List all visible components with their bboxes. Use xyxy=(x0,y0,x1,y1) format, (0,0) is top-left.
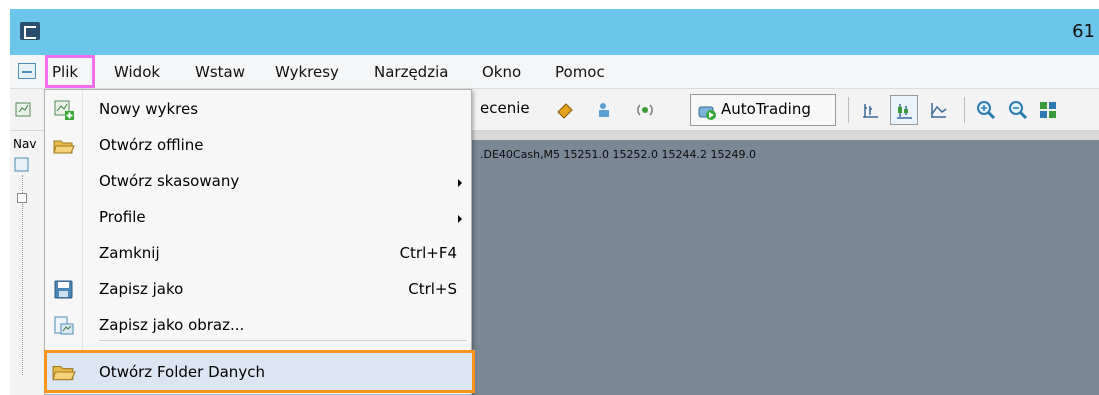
tree-line xyxy=(22,175,23,375)
autotrading-button[interactable]: AutoTrading xyxy=(690,94,836,126)
menu-bar: Plik Widok Wstaw Wykresy Narzędzia Okno … xyxy=(10,55,1099,89)
data-folder-icon xyxy=(52,366,76,381)
window-title: 61 xyxy=(1072,21,1095,42)
menu-item-label: Nowy wykres xyxy=(99,100,199,118)
menu-item-profiles[interactable]: Profile xyxy=(45,200,471,236)
chart-window-icon[interactable] xyxy=(18,63,36,79)
menu-item-label: Otwórz offline xyxy=(99,136,204,154)
tree-collapse-toggle[interactable] xyxy=(17,193,27,203)
eraser-icon[interactable] xyxy=(555,100,575,120)
menu-item-open-offline[interactable]: Otwórz offline xyxy=(45,128,471,164)
save-image-icon xyxy=(54,316,74,335)
line-chart-icon[interactable] xyxy=(928,100,948,120)
autotrading-label: AutoTrading xyxy=(721,100,811,118)
submenu-arrow-icon xyxy=(458,179,462,187)
menu-item-close[interactable]: Zamknij Ctrl+F4 xyxy=(45,236,471,272)
menu-separator xyxy=(99,340,467,341)
bar-chart-icon[interactable] xyxy=(860,100,880,120)
menu-item-new-chart[interactable]: Nowy wykres xyxy=(45,92,471,128)
save-icon xyxy=(54,280,73,299)
chart-area[interactable] xyxy=(472,140,1099,395)
toolbar-separator xyxy=(964,97,965,123)
submenu-arrow-icon xyxy=(458,215,462,223)
menu-widok[interactable]: Widok xyxy=(114,63,160,81)
menu-okno[interactable]: Okno xyxy=(482,63,521,81)
menu-item-save-image[interactable]: Zapisz jako obraz... xyxy=(45,308,471,344)
tile-windows-icon[interactable] xyxy=(1038,100,1058,120)
new-chart-icon xyxy=(54,100,74,120)
menu-item-label: Profile xyxy=(99,208,146,226)
toolbar-partial-label[interactable]: ecenie xyxy=(480,99,530,117)
menu-narzedzia[interactable]: Narzędzia xyxy=(374,63,448,81)
menu-item-label: Zapisz jako obraz... xyxy=(99,316,245,334)
plik-highlight-box xyxy=(45,55,95,88)
zoom-out-icon[interactable] xyxy=(1008,100,1028,120)
signal-icon[interactable] xyxy=(635,100,655,120)
menu-item-shortcut: Ctrl+S xyxy=(408,280,457,298)
candlestick-button[interactable] xyxy=(890,95,918,125)
navigator-label: Nav xyxy=(13,137,37,151)
menu-pomoc[interactable]: Pomoc xyxy=(555,63,605,81)
autotrading-icon xyxy=(698,106,716,120)
candlestick-icon xyxy=(897,104,912,119)
app-icon[interactable] xyxy=(20,22,40,40)
title-bar: 61 xyxy=(10,9,1099,55)
menu-item-save-as[interactable]: Zapisz jako Ctrl+S xyxy=(45,272,471,308)
menu-item-open-data-folder[interactable]: Otwórz Folder Danych xyxy=(44,350,475,393)
menu-item-label: Zamknij xyxy=(99,244,160,262)
navigator-root-icon[interactable] xyxy=(14,157,30,173)
menu-item-label: Zapisz jako xyxy=(99,280,184,298)
people-icon[interactable] xyxy=(595,100,615,120)
menu-item-label: Otwórz Folder Danych xyxy=(99,363,265,381)
chart-caption: .DE40Cash,M5 15251.0 15252.0 15244.2 152… xyxy=(480,148,756,161)
menu-item-shortcut: Ctrl+F4 xyxy=(399,244,457,262)
menu-wykresy[interactable]: Wykresy xyxy=(275,63,339,81)
open-folder-icon xyxy=(53,140,75,154)
new-chart-toolbar-icon[interactable] xyxy=(14,100,34,120)
menu-item-open-deleted[interactable]: Otwórz skasowany xyxy=(45,164,471,200)
menu-item-label: Otwórz skasowany xyxy=(99,172,240,190)
zoom-in-icon[interactable] xyxy=(976,100,996,120)
toolbar-separator xyxy=(848,97,849,123)
menu-wstaw[interactable]: Wstaw xyxy=(195,63,245,81)
